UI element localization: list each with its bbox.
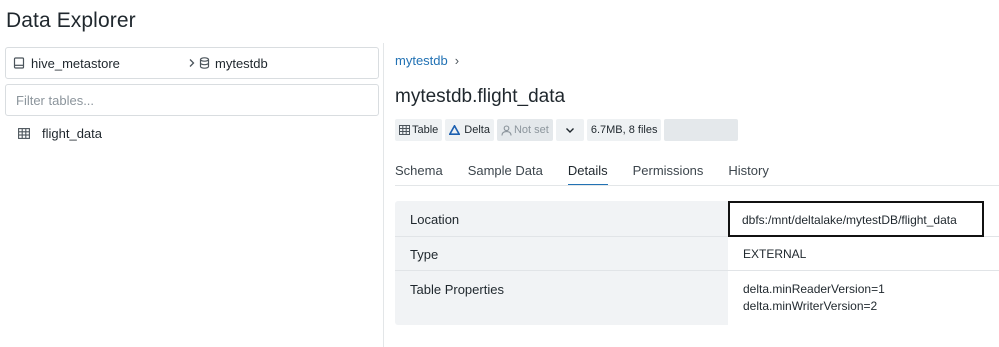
breadcrumb-separator: › bbox=[454, 53, 460, 68]
location-label: Location bbox=[410, 212, 460, 227]
table-icon bbox=[399, 125, 410, 135]
database-icon bbox=[199, 57, 210, 69]
breadcrumb-schema-link[interactable]: mytestdb bbox=[395, 53, 448, 68]
schema-name: mytestdb bbox=[215, 55, 268, 71]
schema-selector[interactable]: mytestdb bbox=[188, 56, 268, 71]
type-value-cell: EXTERNAL bbox=[728, 237, 999, 270]
type-value: EXTERNAL bbox=[743, 247, 807, 261]
location-value-highlight: dbfs:/mnt/deltalake/mytestDB/flight_data bbox=[728, 201, 984, 237]
tab-bar: Schema Sample Data Details Permissions H… bbox=[395, 163, 794, 186]
tab-schema[interactable]: Schema bbox=[395, 163, 443, 186]
delta-icon bbox=[449, 125, 461, 135]
catalog-selector[interactable]: hive_metastore bbox=[6, 56, 188, 71]
catalog-schema-picker: hive_metastore mytestdb bbox=[5, 47, 379, 79]
details-row-properties: Table Properties delta.minReaderVersion=… bbox=[395, 271, 999, 325]
table-type-badge: Table bbox=[395, 119, 443, 141]
table-badges: Table Delta Not set 6.7MB, 8 files bbox=[395, 119, 741, 141]
owner-dropdown-button[interactable] bbox=[555, 119, 584, 141]
catalog-name: hive_metastore bbox=[31, 55, 120, 71]
owner-label: Not set bbox=[513, 124, 549, 136]
blank-badge bbox=[664, 119, 739, 141]
table-icon bbox=[18, 127, 30, 139]
filter-tables-input[interactable] bbox=[5, 84, 379, 116]
owner-badge[interactable]: Not set bbox=[496, 119, 553, 141]
tab-details[interactable]: Details bbox=[567, 163, 608, 186]
properties-value-cell: delta.minReaderVersion=1 delta.minWriter… bbox=[728, 271, 999, 325]
property-value: delta.minReaderVersion=1 bbox=[743, 282, 885, 296]
chevron-down-icon bbox=[565, 127, 575, 134]
tab-permissions[interactable]: Permissions bbox=[633, 163, 704, 186]
left-pane: hive_metastore mytestdb flight_data bbox=[0, 43, 384, 347]
format-badge: Delta bbox=[445, 119, 494, 141]
location-value: dbfs:/mnt/deltalake/mytestDB/flight_data bbox=[742, 213, 957, 227]
table-type-label: Table bbox=[412, 124, 439, 136]
tabs-divider bbox=[395, 185, 999, 186]
catalog-icon bbox=[13, 57, 25, 69]
type-label: Type bbox=[410, 247, 439, 262]
chevron-right-icon bbox=[188, 58, 196, 68]
table-name: flight_data bbox=[42, 125, 102, 141]
format-label: Delta bbox=[464, 124, 490, 136]
tab-history[interactable]: History bbox=[728, 163, 768, 186]
breadcrumb: mytestdb › bbox=[395, 53, 459, 68]
size-badge: 6.7MB, 8 files bbox=[586, 119, 662, 141]
properties-label: Table Properties bbox=[410, 282, 504, 297]
property-value: delta.minWriterVersion=2 bbox=[743, 299, 878, 313]
page-title: Data Explorer bbox=[6, 9, 136, 32]
tab-sample-data[interactable]: Sample Data bbox=[468, 163, 543, 186]
table-list-item[interactable]: flight_data bbox=[18, 123, 102, 143]
details-row-type: Type EXTERNAL bbox=[395, 237, 999, 271]
table-title: mytestdb.flight_data bbox=[395, 86, 566, 107]
user-icon bbox=[501, 124, 512, 136]
